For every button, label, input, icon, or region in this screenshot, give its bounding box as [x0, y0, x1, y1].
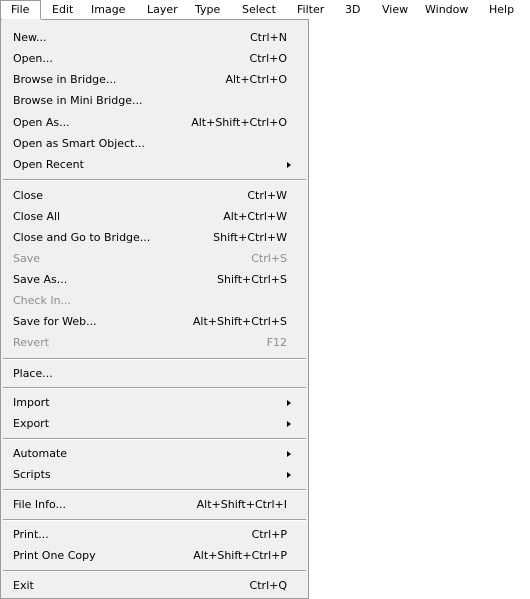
menu-item-shortcut: F12 [266, 336, 287, 349]
menu-item-label: Save for Web... [13, 315, 97, 328]
menu-separator [3, 570, 306, 572]
menu-item-label: Export [13, 417, 50, 430]
menu-item-save-as[interactable]: Save As... Shift+Ctrl+S [1, 270, 308, 290]
menu-3d[interactable]: 3D [345, 0, 360, 20]
menu-item-save-for-web[interactable]: Save for Web... Alt+Shift+Ctrl+S [1, 312, 308, 332]
submenu-arrow-icon [287, 421, 291, 427]
menu-item-close-all[interactable]: Close All Alt+Ctrl+W [1, 207, 308, 227]
menu-item-shortcut: Alt+Ctrl+O [225, 73, 287, 86]
menu-item-scripts[interactable]: Scripts [1, 465, 308, 485]
menu-item-browse-in-mini-bridge[interactable]: Browse in Mini Bridge... [1, 91, 308, 111]
menu-item-shortcut: Alt+Ctrl+W [223, 210, 287, 223]
menu-help[interactable]: Help [489, 0, 514, 20]
menu-item-label: Print... [13, 528, 49, 541]
menu-file[interactable]: File [0, 0, 41, 20]
menu-item-shortcut: Ctrl+P [251, 528, 287, 541]
menu-separator [3, 387, 306, 389]
menu-item-label: Print One Copy [13, 549, 96, 562]
menu-layer[interactable]: Layer [147, 0, 178, 20]
menu-item-label: Check In... [13, 294, 72, 307]
menu-item-shortcut: Ctrl+W [247, 189, 287, 202]
menu-item-import[interactable]: Import [1, 393, 308, 413]
menu-item-shortcut: Shift+Ctrl+W [213, 231, 287, 244]
menu-item-label: Open Recent [13, 158, 84, 171]
menu-item-shortcut: Ctrl+S [251, 252, 287, 265]
menu-item-label: Browse in Mini Bridge... [13, 94, 143, 107]
menu-item-browse-in-bridge[interactable]: Browse in Bridge... Alt+Ctrl+O [1, 70, 308, 90]
menu-item-exit[interactable]: Exit Ctrl+Q [1, 576, 308, 596]
menu-item-label: Open as Smart Object... [13, 137, 145, 150]
submenu-arrow-icon [287, 451, 291, 457]
menu-item-label: Scripts [13, 468, 51, 481]
menu-item-label: Import [13, 396, 50, 409]
menu-view[interactable]: View [382, 0, 408, 20]
menu-item-new[interactable]: New... Ctrl+N [1, 28, 308, 48]
menu-separator [3, 519, 306, 521]
menu-item-label: Place... [13, 367, 53, 380]
menu-item-label: Automate [13, 447, 68, 460]
menu-item-label: New... [13, 31, 47, 44]
submenu-arrow-icon [287, 472, 291, 478]
menu-item-export[interactable]: Export [1, 414, 308, 434]
menu-item-close[interactable]: Close Ctrl+W [1, 186, 308, 206]
menu-item-print[interactable]: Print... Ctrl+P [1, 525, 308, 545]
menu-item-shortcut: Alt+Shift+Ctrl+O [191, 116, 287, 129]
menu-separator [3, 489, 306, 491]
menu-item-label: Save [13, 252, 41, 265]
menu-item-label: Close and Go to Bridge... [13, 231, 151, 244]
menu-item-label: Open... [13, 52, 53, 65]
dropdown-tab-joint [2, 19, 41, 21]
menu-separator [3, 438, 306, 440]
menu-item-shortcut: Ctrl+O [249, 52, 287, 65]
menu-item-open-as-smart-object[interactable]: Open as Smart Object... [1, 134, 308, 154]
menu-item-check-in: Check In... [1, 291, 308, 311]
menu-item-open-as[interactable]: Open As... Alt+Shift+Ctrl+O [1, 113, 308, 133]
menu-item-shortcut: Alt+Shift+Ctrl+S [192, 315, 287, 328]
menu-item-shortcut: Shift+Ctrl+S [217, 273, 287, 286]
menu-window[interactable]: Window [425, 0, 468, 20]
menu-image[interactable]: Image [91, 0, 125, 20]
menu-item-label: Close All [13, 210, 61, 223]
submenu-arrow-icon [287, 162, 291, 168]
menu-filter[interactable]: Filter [297, 0, 324, 20]
menu-item-open[interactable]: Open... Ctrl+O [1, 49, 308, 69]
menu-item-shortcut: Ctrl+N [249, 31, 287, 44]
menu-item-print-one-copy[interactable]: Print One Copy Alt+Shift+Ctrl+P [1, 546, 308, 566]
file-menu-dropdown: New... Ctrl+N Open... Ctrl+O Browse in B… [0, 19, 309, 599]
menu-item-open-recent[interactable]: Open Recent [1, 155, 308, 175]
menu-item-label: Browse in Bridge... [13, 73, 117, 86]
menu-edit[interactable]: Edit [52, 0, 73, 20]
menu-item-automate[interactable]: Automate [1, 444, 308, 464]
menu-item-label: File Info... [13, 498, 67, 511]
menu-item-label: Close [13, 189, 43, 202]
menu-type[interactable]: Type [195, 0, 220, 20]
menu-bar: File Edit Image Layer Type Select Filter… [0, 0, 530, 20]
menu-item-revert: Revert F12 [1, 333, 308, 353]
menu-item-label: Open As... [13, 116, 70, 129]
menu-select[interactable]: Select [242, 0, 276, 20]
menu-item-shortcut: Alt+Shift+Ctrl+P [193, 549, 287, 562]
menu-item-place[interactable]: Place... [1, 364, 308, 384]
menu-item-label: Revert [13, 336, 50, 349]
menu-separator [3, 358, 306, 360]
menu-item-label: Save As... [13, 273, 68, 286]
menu-item-shortcut: Ctrl+Q [249, 579, 287, 592]
submenu-arrow-icon [287, 400, 291, 406]
menu-item-shortcut: Alt+Shift+Ctrl+I [196, 498, 287, 511]
menu-item-save: Save Ctrl+S [1, 249, 308, 269]
menu-separator [3, 179, 306, 181]
menu-item-file-info[interactable]: File Info... Alt+Shift+Ctrl+I [1, 495, 308, 515]
menu-item-close-and-go-to-bridge[interactable]: Close and Go to Bridge... Shift+Ctrl+W [1, 228, 308, 248]
menu-item-label: Exit [13, 579, 34, 592]
